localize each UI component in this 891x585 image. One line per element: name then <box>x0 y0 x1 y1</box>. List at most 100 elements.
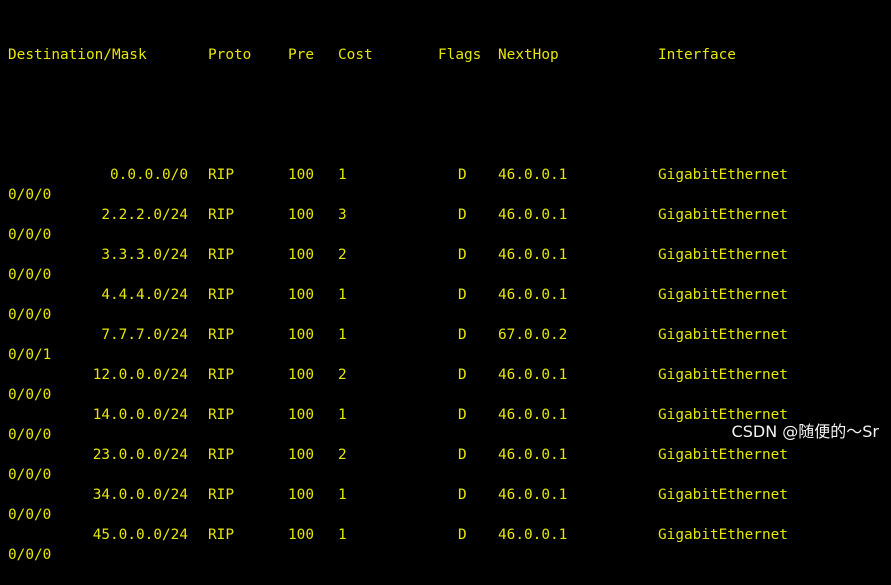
route-nexthop: 67.0.0.2 <box>498 327 568 343</box>
route-interface-continuation: 0/0/1 <box>8 347 52 363</box>
route-interface-continuation: 0/0/0 <box>8 547 52 563</box>
route-nexthop: 46.0.0.1 <box>498 527 568 543</box>
table-row: 7.7.7.0/24 RIP 100 1 D 67.0.0.2 GigabitEtherne… <box>0 325 891 345</box>
route-cost: 3 <box>338 207 347 223</box>
route-nexthop: 46.0.0.1 <box>498 367 568 383</box>
header-interface: Interface <box>658 47 736 63</box>
header-pre: Pre <box>288 47 314 63</box>
route-cost: 1 <box>338 327 347 343</box>
route-pre: 100 <box>288 527 314 543</box>
route-interface-continuation: 0/0/0 <box>8 187 52 203</box>
route-interface-continuation: 0/0/0 <box>8 427 52 443</box>
route-destination: 14.0.0.0/24 <box>92 407 188 423</box>
route-interface: GigabitEthernet <box>658 487 788 503</box>
table-row-wrap: 0/0/0 <box>0 225 891 245</box>
route-interface: GigabitEthernet <box>658 207 788 223</box>
table-row: 0.0.0.0/0 RIP 100 1 D 46.0.0.1 GigabitEthernet <box>0 165 891 185</box>
route-proto: RIP <box>208 527 234 543</box>
route-interface-continuation: 0/0/0 <box>8 467 52 483</box>
route-pre: 100 <box>288 367 314 383</box>
route-flags: D <box>458 447 467 463</box>
route-interface: GigabitEthernet <box>658 287 788 303</box>
route-pre: 100 <box>288 327 314 343</box>
route-cost: 2 <box>338 367 347 383</box>
route-nexthop: 46.0.0.1 <box>498 167 568 183</box>
route-interface: GigabitEthernet <box>658 367 788 383</box>
route-destination: 4.4.4.0/24 <box>101 287 188 303</box>
route-flags: D <box>458 407 467 423</box>
route-pre: 100 <box>288 167 314 183</box>
header-nexthop: NextHop <box>498 47 559 63</box>
table-row-wrap: 0/0/0 <box>0 545 891 565</box>
table-row-wrap: 0/0/0 <box>0 305 891 325</box>
route-proto: RIP <box>208 487 234 503</box>
table-header: Destination/Mask Proto Pre Cost Flags Ne… <box>0 45 891 65</box>
route-interface: GigabitEthernet <box>658 247 788 263</box>
table-row-wrap: 0/0/0 <box>0 505 891 525</box>
header-proto: Proto <box>208 47 252 63</box>
route-destination: 34.0.0.0/24 <box>92 487 188 503</box>
route-destination: 0.0.0.0/0 <box>110 167 188 183</box>
route-interface: GigabitEthernet <box>658 167 788 183</box>
route-proto: RIP <box>208 247 234 263</box>
watermark: CSDN @随便的～Sr <box>731 422 879 441</box>
route-nexthop: 46.0.0.1 <box>498 407 568 423</box>
header-cost: Cost <box>338 47 373 63</box>
route-nexthop: 46.0.0.1 <box>498 487 568 503</box>
route-flags: D <box>458 367 467 383</box>
route-table: 0.0.0.0/0 RIP 100 1 D 46.0.0.1 GigabitEthernet… <box>0 165 891 565</box>
route-pre: 100 <box>288 207 314 223</box>
terminal-window[interactable]: Destination/Mask Proto Pre Cost Flags Ne… <box>0 0 891 563</box>
table-row-wrap: 0/0/0 <box>0 465 891 485</box>
route-flags: D <box>458 527 467 543</box>
route-proto: RIP <box>208 407 234 423</box>
header-destination: Destination/Mask <box>8 47 147 63</box>
route-proto: RIP <box>208 327 234 343</box>
route-cost: 2 <box>338 247 347 263</box>
route-cost: 1 <box>338 527 347 543</box>
route-interface: GigabitEthernet <box>658 447 788 463</box>
route-cost: 2 <box>338 447 347 463</box>
route-nexthop: 46.0.0.1 <box>498 447 568 463</box>
route-destination: 2.2.2.0/24 <box>101 207 188 223</box>
route-cost: 1 <box>338 487 347 503</box>
table-row-wrap: 0/0/0 <box>0 185 891 205</box>
table-row: 2.2.2.0/24 RIP 100 3 D 46.0.0.1 GigabitEtherne… <box>0 205 891 225</box>
route-pre: 100 <box>288 487 314 503</box>
route-nexthop: 46.0.0.1 <box>498 287 568 303</box>
route-destination: 3.3.3.0/24 <box>101 247 188 263</box>
route-interface-continuation: 0/0/0 <box>8 267 52 283</box>
table-row: 12.0.0.0/24 RIP 100 2 D 46.0.0.1 GigabitEthern… <box>0 365 891 385</box>
route-interface: GigabitEthernet <box>658 327 788 343</box>
table-row-wrap: 0/0/0 <box>0 265 891 285</box>
route-nexthop: 46.0.0.1 <box>498 207 568 223</box>
route-interface-continuation: 0/0/0 <box>8 307 52 323</box>
route-cost: 1 <box>338 167 347 183</box>
route-pre: 100 <box>288 407 314 423</box>
route-destination: 23.0.0.0/24 <box>92 447 188 463</box>
route-flags: D <box>458 287 467 303</box>
route-destination: 12.0.0.0/24 <box>92 367 188 383</box>
table-row-wrap: 0/0/0 <box>0 385 891 405</box>
route-flags: D <box>458 487 467 503</box>
route-cost: 1 <box>338 407 347 423</box>
route-cost: 1 <box>338 287 347 303</box>
table-row: 34.0.0.0/24 RIP 100 1 D 46.0.0.1 GigabitEthern… <box>0 485 891 505</box>
route-interface: GigabitEthernet <box>658 527 788 543</box>
route-destination: 45.0.0.0/24 <box>92 527 188 543</box>
route-proto: RIP <box>208 167 234 183</box>
route-nexthop: 46.0.0.1 <box>498 247 568 263</box>
route-interface-continuation: 0/0/0 <box>8 507 52 523</box>
route-destination: 7.7.7.0/24 <box>101 327 188 343</box>
route-interface-continuation: 0/0/0 <box>8 387 52 403</box>
route-proto: RIP <box>208 207 234 223</box>
route-proto: RIP <box>208 367 234 383</box>
route-flags: D <box>458 327 467 343</box>
header-flags: Flags <box>438 47 482 63</box>
route-pre: 100 <box>288 247 314 263</box>
route-interface-continuation: 0/0/0 <box>8 227 52 243</box>
table-row: 23.0.0.0/24 RIP 100 2 D 46.0.0.1 GigabitEthern… <box>0 445 891 465</box>
route-pre: 100 <box>288 287 314 303</box>
table-row-wrap: 0/0/1 <box>0 345 891 365</box>
